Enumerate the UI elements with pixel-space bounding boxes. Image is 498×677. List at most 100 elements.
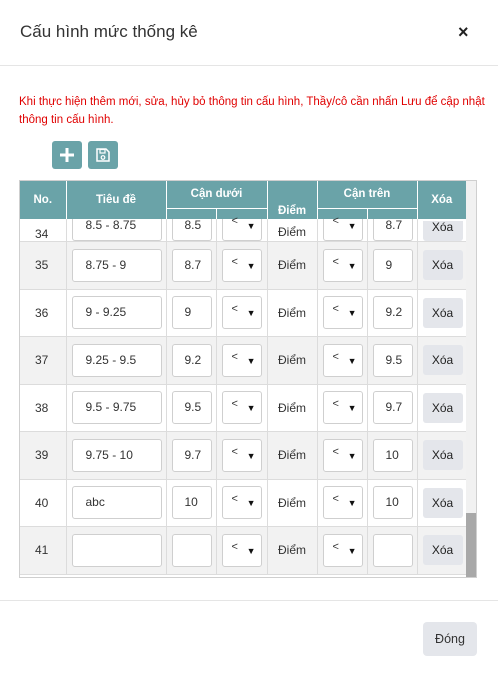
chevron-down-icon: ▼ (347, 308, 357, 319)
row-number: 34 (20, 219, 67, 242)
lower-op-select[interactable]: < ▼ (221, 486, 262, 520)
chevron-down-icon: ▼ (347, 450, 357, 461)
unit-label: Điểm (267, 431, 318, 480)
floppy-disk-icon (96, 148, 110, 162)
header-lower-value (166, 207, 217, 219)
row-number: 39 (20, 431, 67, 480)
title-input[interactable]: 9 - 9.25 (71, 296, 162, 330)
notice-text: Khi thực hiện thêm mới, sửa, hủy bỏ thôn… (19, 96, 485, 126)
upper-op-select[interactable]: < ▼ (322, 215, 363, 241)
lower-input[interactable]: 10 (171, 486, 212, 520)
table-row: 34 8.5 - 8.75 8.5 < ▼ Điểm < ▼ 8.7 Xóa (20, 215, 466, 242)
header-upper-op (317, 207, 368, 219)
row-number: 41 (20, 526, 67, 575)
config-table-container: No. Tiêu đề Cận dưới Điểm Cận trên Xóa 3… (19, 180, 477, 578)
header-upper-value (367, 207, 418, 219)
upper-input[interactable]: 9.2 (372, 296, 413, 330)
header-delete: Xóa (417, 181, 466, 219)
upper-op-select[interactable]: < ▼ (322, 438, 363, 472)
upper-input[interactable] (372, 533, 413, 567)
delete-button[interactable]: Xóa (422, 392, 463, 423)
close-icon[interactable]: × (458, 22, 469, 42)
add-button[interactable] (52, 141, 82, 169)
delete-button[interactable]: Xóa (422, 221, 463, 241)
lower-op-select[interactable]: < ▼ (221, 296, 262, 330)
title-input[interactable] (71, 533, 162, 567)
lower-op-select[interactable]: < ▼ (221, 215, 262, 241)
lower-input[interactable]: 9.5 (171, 391, 212, 425)
row-number: 37 (20, 336, 67, 385)
table-row: 41 < ▼ Điểm < ▼ Xóa (20, 526, 466, 575)
lower-op-select[interactable]: < ▼ (221, 533, 262, 567)
upper-op-select[interactable]: < ▼ (322, 296, 363, 330)
title-input[interactable]: 8.5 - 8.75 (71, 219, 162, 241)
lower-op-select[interactable]: < ▼ (221, 343, 262, 377)
chevron-down-icon: ▼ (246, 355, 256, 366)
title-input[interactable]: 9.25 - 9.5 (71, 343, 162, 377)
title-input[interactable]: 8.75 - 9 (71, 248, 162, 282)
upper-op-select[interactable]: < ▼ (322, 343, 363, 377)
lower-input[interactable]: 9 (171, 296, 212, 330)
table-row: 36 9 - 9.25 9 < ▼ Điểm < ▼ 9.2 Xóa (20, 289, 466, 337)
lower-op-select[interactable]: < ▼ (221, 248, 262, 282)
lower-input[interactable]: 9.7 (171, 438, 212, 472)
upper-input[interactable]: 10 (372, 486, 413, 520)
delete-button[interactable]: Xóa (422, 297, 463, 328)
scrollbar-thumb[interactable] (466, 513, 476, 577)
unit-label: Điểm (267, 336, 318, 385)
chevron-down-icon: ▼ (246, 221, 256, 231)
delete-button[interactable]: Xóa (422, 440, 463, 471)
upper-op-select[interactable]: < ▼ (322, 533, 363, 567)
chevron-down-icon: ▼ (347, 498, 357, 509)
lower-input[interactable] (171, 533, 212, 567)
chevron-down-icon: ▼ (246, 545, 256, 556)
lower-input[interactable]: 9.2 (171, 343, 212, 377)
upper-op-select[interactable]: < ▼ (322, 486, 363, 520)
table-row: 39 9.75 - 10 9.7 < ▼ Điểm < ▼ 10 Xóa (20, 431, 466, 480)
unit-label: Điểm (267, 289, 318, 337)
close-button[interactable]: Đóng (423, 622, 477, 656)
lower-op-select[interactable]: < ▼ (221, 391, 262, 425)
chevron-down-icon: ▼ (246, 450, 256, 461)
config-table: No. Tiêu đề Cận dưới Điểm Cận trên Xóa 3… (20, 181, 466, 575)
delete-button[interactable]: Xóa (422, 535, 463, 566)
delete-button[interactable]: Xóa (422, 345, 463, 376)
unit-label: Điểm (267, 219, 318, 242)
upper-input[interactable]: 9.5 (372, 343, 413, 377)
title-input[interactable]: abc (71, 486, 162, 520)
chevron-down-icon: ▼ (347, 355, 357, 366)
table-row: 37 9.25 - 9.5 9.2 < ▼ Điểm < ▼ 9.5 Xóa (20, 336, 466, 385)
upper-input[interactable]: 10 (372, 438, 413, 472)
chevron-down-icon: ▼ (246, 308, 256, 319)
title-input[interactable]: 9.75 - 10 (71, 438, 162, 472)
row-number: 36 (20, 289, 67, 337)
upper-op-select[interactable]: < ▼ (322, 391, 363, 425)
chevron-down-icon: ▼ (347, 221, 357, 231)
header-no: No. (20, 181, 67, 219)
header-lower: Cận dưới (166, 181, 268, 208)
table-row: 35 8.75 - 9 8.7 < ▼ Điểm < ▼ 9 Xóa (20, 241, 466, 290)
lower-input[interactable]: 8.7 (171, 248, 212, 282)
chevron-down-icon: ▼ (347, 403, 357, 414)
header-title: Tiêu đề (66, 181, 167, 219)
title-input[interactable]: 9.5 - 9.75 (71, 391, 162, 425)
unit-label: Điểm (267, 526, 318, 575)
unit-label: Điểm (267, 384, 318, 432)
upper-input[interactable]: 9.7 (372, 391, 413, 425)
lower-input[interactable]: 8.5 (171, 219, 212, 241)
table-scrollbar[interactable] (466, 181, 476, 577)
lower-op-select[interactable]: < ▼ (221, 438, 262, 472)
upper-input[interactable]: 8.7 (372, 219, 413, 241)
row-number: 40 (20, 479, 67, 527)
upper-input[interactable]: 9 (372, 248, 413, 282)
upper-op-select[interactable]: < ▼ (322, 248, 363, 282)
chevron-down-icon: ▼ (246, 260, 256, 271)
table-row: 38 9.5 - 9.75 9.5 < ▼ Điểm < ▼ 9.7 Xóa (20, 384, 466, 432)
delete-button[interactable]: Xóa (422, 250, 463, 281)
save-button[interactable] (88, 141, 118, 169)
header-lower-op (216, 207, 268, 219)
unit-label: Điểm (267, 479, 318, 527)
delete-button[interactable]: Xóa (422, 487, 463, 518)
header-score: Điểm (267, 181, 318, 219)
table-row: 40 abc 10 < ▼ Điểm < ▼ 10 Xóa (20, 479, 466, 527)
